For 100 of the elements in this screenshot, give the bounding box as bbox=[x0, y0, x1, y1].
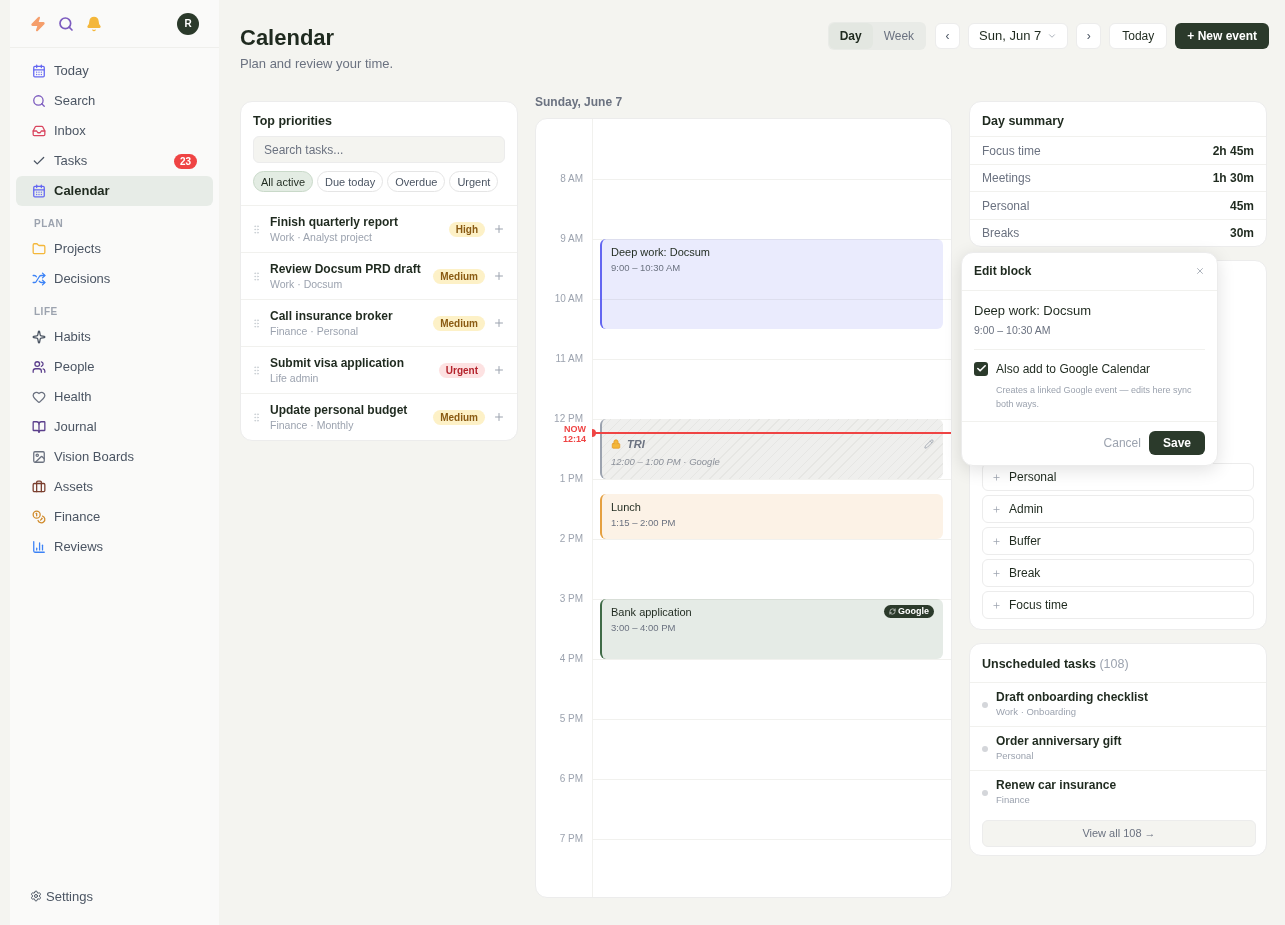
avatar[interactable]: R bbox=[177, 12, 199, 35]
bolt-icon[interactable] bbox=[30, 15, 46, 32]
add-icon[interactable] bbox=[493, 270, 505, 283]
nav-item[interactable]: Assets bbox=[16, 472, 213, 502]
event-block[interactable]: TRI 12:00 – 1:00 PM · Google bbox=[600, 418, 943, 479]
hour-label: 6 PM bbox=[558, 772, 583, 785]
section-heading: PLAN bbox=[33, 217, 65, 231]
nav-label: Finance bbox=[54, 508, 102, 527]
event-block[interactable]: Deep work: Docsum 9:00 – 10:30 AM bbox=[600, 238, 943, 329]
pencil-icon[interactable] bbox=[924, 438, 934, 449]
next-button[interactable]: › bbox=[1076, 23, 1102, 49]
nav-item[interactable]: Vision Boards bbox=[16, 442, 213, 472]
summary-label: Focus time bbox=[982, 142, 1041, 160]
view-all-button[interactable]: View all 108 → bbox=[982, 820, 1256, 847]
card-title: Top priorities bbox=[253, 112, 333, 130]
hour-label: 1 PM bbox=[558, 472, 583, 485]
checkbox-label: Also add to Google Calendar bbox=[996, 360, 1151, 378]
block-button[interactable]: Focus time bbox=[982, 591, 1254, 620]
event-block[interactable]: Lunch 1:15 – 2:00 PM bbox=[600, 493, 943, 539]
today-button[interactable]: Today bbox=[1109, 23, 1168, 49]
sparkle-icon bbox=[32, 330, 46, 344]
block-button[interactable]: Break bbox=[982, 559, 1254, 588]
view-tab[interactable]: Day bbox=[828, 23, 873, 49]
add-icon[interactable] bbox=[493, 411, 505, 424]
settings-link[interactable]: Settings bbox=[10, 886, 219, 925]
new-event-button[interactable]: + New event bbox=[1175, 23, 1269, 49]
drag-handle-icon[interactable] bbox=[251, 411, 262, 423]
task-row[interactable]: Update personal budget Finance · Monthly Medium bbox=[241, 393, 517, 441]
nav-item[interactable]: Finance bbox=[16, 502, 213, 532]
task-title: Call insurance broker bbox=[270, 307, 394, 324]
nav-label: Journal bbox=[54, 418, 98, 437]
task-row[interactable]: Finish quarterly report Work · Analyst project High bbox=[241, 205, 517, 253]
save-button[interactable]: Save bbox=[1148, 431, 1205, 456]
block-button[interactable]: Buffer bbox=[982, 527, 1254, 556]
image-icon bbox=[32, 450, 46, 464]
filter-chip[interactable]: All active bbox=[253, 171, 314, 193]
drag-handle-icon[interactable] bbox=[251, 270, 262, 282]
filter-chip[interactable]: Overdue bbox=[387, 171, 446, 193]
nav-item[interactable]: Reviews bbox=[16, 532, 213, 562]
task-row[interactable]: Submit visa application Life admin Urgent bbox=[241, 346, 517, 394]
search-icon[interactable] bbox=[58, 15, 74, 32]
block-button[interactable]: Admin bbox=[982, 495, 1254, 524]
close-icon[interactable] bbox=[1195, 266, 1205, 276]
nav-item[interactable]: Habits bbox=[16, 322, 213, 352]
nav-item[interactable]: Journal bbox=[16, 412, 213, 442]
priority-badge: High bbox=[448, 221, 485, 237]
heart-icon bbox=[32, 390, 46, 404]
summary-value: 30m bbox=[1229, 225, 1254, 242]
add-icon bbox=[992, 600, 1001, 610]
date-picker[interactable]: Sun, Jun 7 bbox=[968, 23, 1069, 49]
summary-value: 2h 45m bbox=[1212, 142, 1254, 160]
shuffle-icon bbox=[32, 272, 46, 286]
task-title: Submit visa application bbox=[270, 354, 406, 371]
filter-chip[interactable]: Due today bbox=[317, 171, 384, 193]
inbox-icon bbox=[32, 124, 46, 138]
bullet-icon bbox=[982, 789, 988, 796]
nav-item[interactable]: Decisions bbox=[16, 264, 213, 294]
filter-chip[interactable]: Urgent bbox=[449, 171, 499, 193]
task-meta: Finance · Personal bbox=[270, 323, 360, 339]
add-icon[interactable] bbox=[493, 364, 505, 377]
event-time: 3:00 – 4:00 PM bbox=[611, 620, 677, 635]
popover-title: Edit block bbox=[974, 263, 1032, 280]
nav-item[interactable]: People bbox=[16, 352, 213, 382]
drag-handle-icon[interactable] bbox=[251, 223, 262, 235]
previous-button[interactable]: ‹ bbox=[935, 23, 961, 49]
nav-label: Search bbox=[54, 92, 97, 111]
drag-handle-icon[interactable] bbox=[251, 364, 262, 376]
briefcase-icon bbox=[32, 480, 46, 494]
drag-handle-icon[interactable] bbox=[251, 317, 262, 329]
nav-item[interactable]: Health bbox=[16, 382, 213, 412]
checkbox[interactable] bbox=[974, 361, 988, 376]
bell-icon[interactable] bbox=[86, 15, 102, 32]
sync-badge: Google bbox=[884, 605, 934, 618]
event-title: Deep work: Docsum bbox=[974, 301, 1093, 320]
event-time: 9:00 – 10:30 AM bbox=[611, 260, 682, 275]
task-row[interactable]: Call insurance broker Finance · Personal Medium bbox=[241, 299, 517, 347]
add-icon bbox=[992, 504, 1001, 514]
caret-icon bbox=[1047, 31, 1058, 41]
page-title: Calendar bbox=[240, 24, 336, 52]
task-row[interactable]: Review Docsum PRD draft Work · Docsum Medium bbox=[241, 252, 517, 300]
hour-label: 2 PM bbox=[558, 532, 583, 545]
nav-item[interactable]: Calendar bbox=[16, 176, 213, 206]
nav-item[interactable]: Inbox bbox=[16, 116, 213, 146]
gear-icon bbox=[30, 890, 42, 903]
nav-item[interactable]: Projects bbox=[16, 234, 213, 264]
view-tab[interactable]: Week bbox=[872, 23, 926, 49]
add-icon[interactable] bbox=[493, 223, 505, 236]
bar-chart-icon bbox=[32, 540, 46, 554]
search-field[interactable]: Search tasks... bbox=[253, 136, 505, 164]
nav-item[interactable]: Search bbox=[16, 86, 213, 116]
calendar-icon bbox=[32, 64, 46, 78]
event-title: TRI bbox=[627, 436, 645, 451]
nav-item[interactable]: Today bbox=[16, 56, 213, 86]
event-block[interactable]: Bank application Google 3:00 – 4:00 PM bbox=[600, 598, 943, 659]
task-title: Finish quarterly report bbox=[270, 213, 400, 230]
card-title: Day summary bbox=[981, 112, 1065, 130]
nav-item[interactable]: Tasks 23 bbox=[16, 146, 213, 176]
add-icon[interactable] bbox=[493, 317, 505, 330]
bullet-icon bbox=[982, 701, 988, 708]
task-title: Order anniversary gift bbox=[996, 734, 1122, 749]
